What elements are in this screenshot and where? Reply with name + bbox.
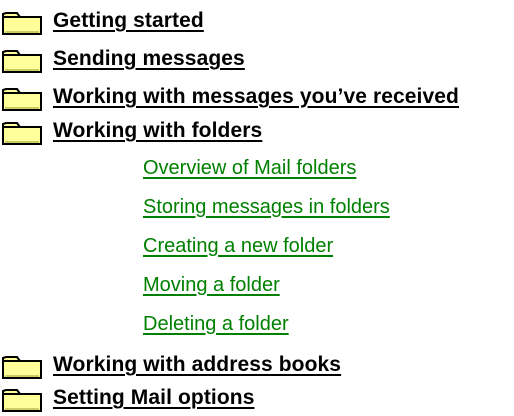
topic-working-with-folders[interactable]: Working with folders (0, 116, 262, 146)
topic-sending-messages[interactable]: Sending messages (0, 44, 245, 74)
topic-label[interactable]: Working with messages you’ve received (53, 85, 459, 109)
topic-label[interactable]: Setting Mail options (53, 386, 255, 410)
topic-label[interactable]: Working with folders (53, 119, 262, 143)
subtopic-creating-new-folder[interactable]: Creating a new folder (143, 231, 333, 261)
subtopic-storing-messages[interactable]: Storing messages in folders (143, 192, 390, 222)
topic-label[interactable]: Working with address books (53, 353, 341, 377)
closed-folder-icon (0, 383, 44, 413)
closed-folder-icon (0, 44, 44, 74)
help-contents-tree: Getting started Sending messages Working… (0, 0, 514, 416)
subtopic-moving-folder[interactable]: Moving a folder (143, 270, 280, 300)
subtopic-label[interactable]: Overview of Mail folders (143, 157, 356, 180)
subtopic-deleting-folder[interactable]: Deleting a folder (143, 309, 289, 339)
topic-label[interactable]: Getting started (53, 9, 204, 33)
closed-folder-icon (0, 350, 44, 380)
closed-folder-icon (0, 6, 44, 36)
topic-label[interactable]: Sending messages (53, 47, 245, 71)
subtopic-label[interactable]: Deleting a folder (143, 313, 289, 336)
topic-getting-started[interactable]: Getting started (0, 6, 204, 36)
open-folder-icon (0, 116, 44, 146)
subtopic-label[interactable]: Creating a new folder (143, 235, 333, 258)
closed-folder-icon (0, 82, 44, 112)
subtopic-overview-of-mail-folders[interactable]: Overview of Mail folders (143, 153, 356, 183)
subtopic-label[interactable]: Moving a folder (143, 274, 280, 297)
topic-working-with-received-messages[interactable]: Working with messages you’ve received (0, 82, 459, 112)
topic-setting-mail-options[interactable]: Setting Mail options (0, 383, 255, 413)
topic-working-with-address-books[interactable]: Working with address books (0, 350, 341, 380)
subtopic-label[interactable]: Storing messages in folders (143, 196, 390, 219)
